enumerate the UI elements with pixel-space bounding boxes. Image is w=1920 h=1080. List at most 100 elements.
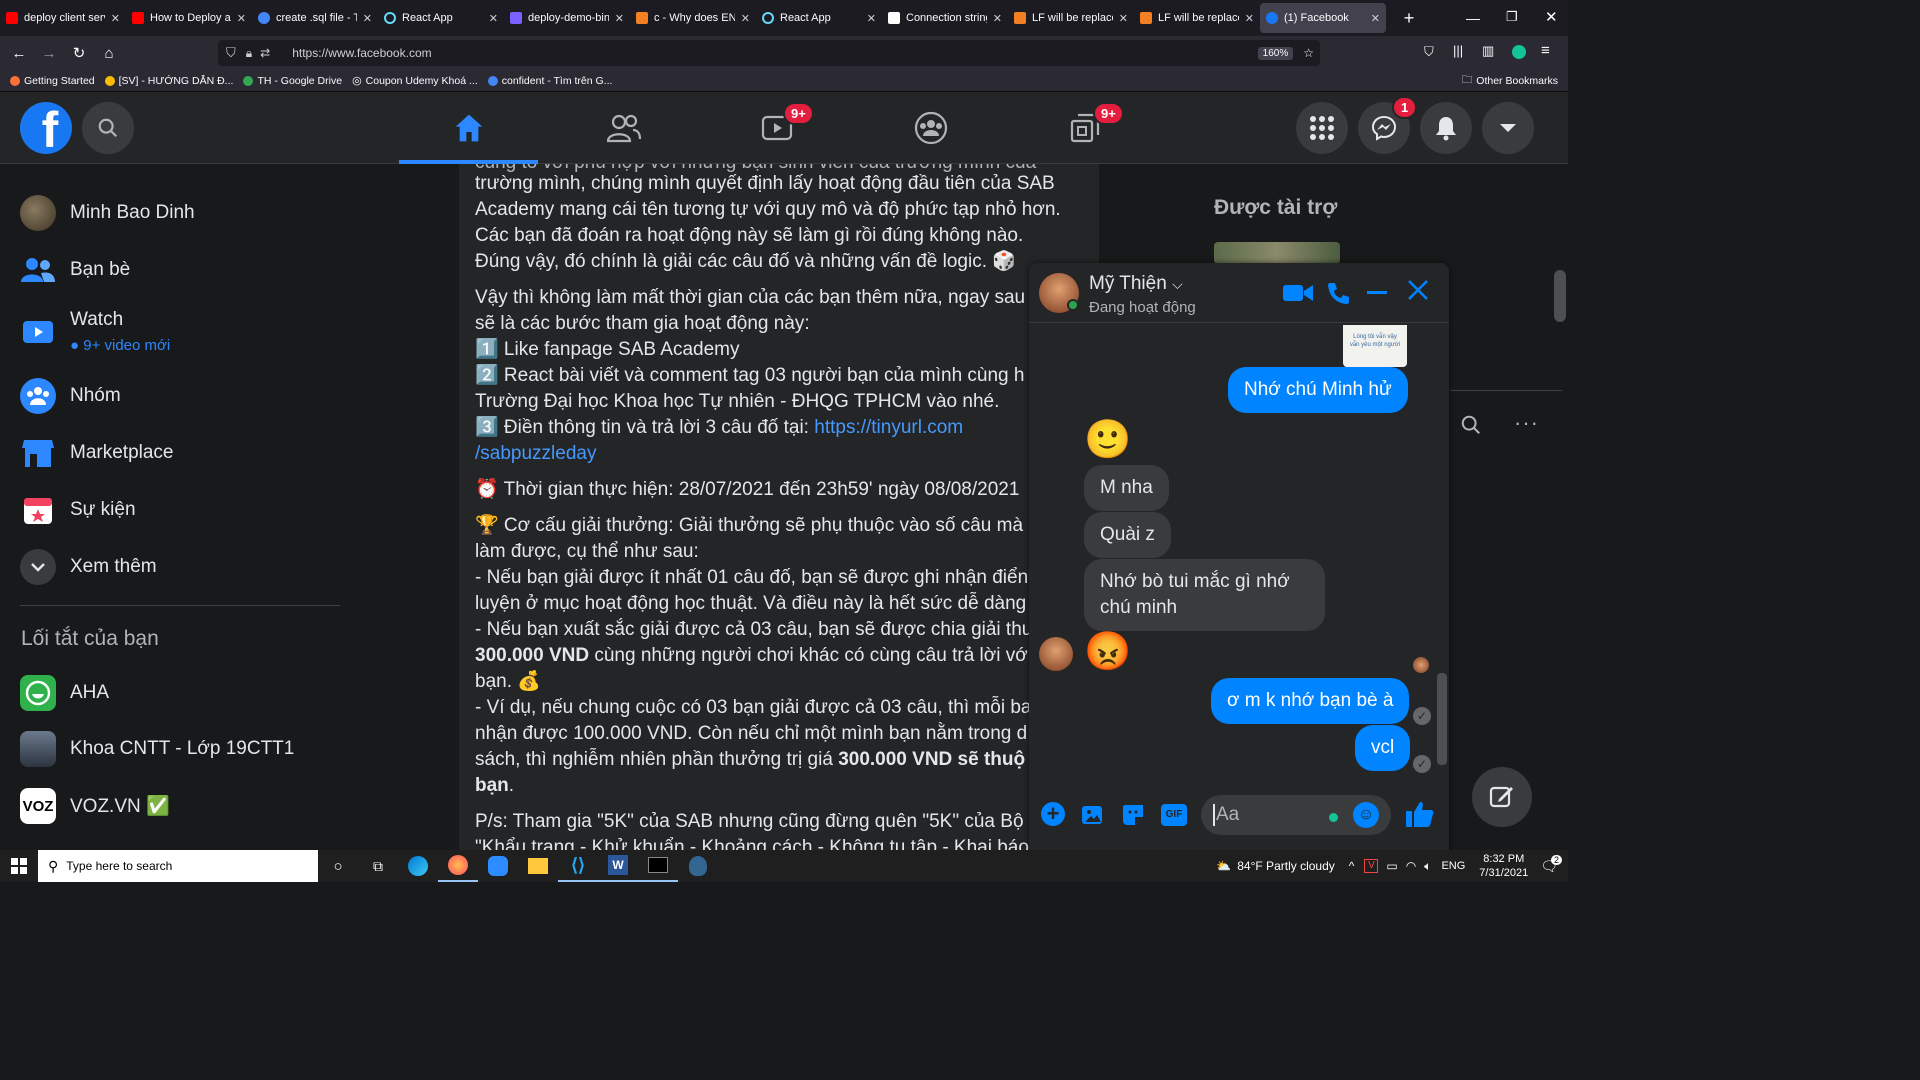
browser-tab[interactable]: create .sql file - Tr ✕: [252, 0, 378, 36]
bookmark-item[interactable]: Getting Started: [10, 75, 95, 87]
clock[interactable]: 8:32 PM 7/31/2021: [1479, 852, 1528, 880]
windows-start-icon[interactable]: [0, 858, 38, 874]
post-link[interactable]: https://tinyurl.com: [814, 417, 963, 438]
close-tab-icon[interactable]: ✕: [867, 12, 876, 25]
close-tab-icon[interactable]: ✕: [489, 12, 498, 25]
firefox-app-icon[interactable]: [438, 850, 478, 882]
sidebar-item-friends[interactable]: Bạn bè: [20, 252, 130, 288]
close-tab-icon[interactable]: ✕: [1245, 12, 1254, 25]
file-explorer-icon[interactable]: [518, 858, 558, 874]
browser-tab-active[interactable]: (1) Facebook ✕: [1260, 3, 1386, 33]
reload-icon[interactable]: ↻: [64, 44, 94, 62]
message-bubble-sent[interactable]: Nhớ chú Minh hử: [1228, 367, 1408, 413]
close-tab-icon[interactable]: ✕: [741, 12, 750, 25]
url-bar[interactable]: ⛉ 🔒︎ ⇄ https://www.facebook.com 160% ☆: [218, 40, 1320, 66]
edge-app-icon[interactable]: [398, 856, 438, 876]
tray-icon[interactable]: V: [1364, 859, 1379, 873]
close-tab-icon[interactable]: ✕: [237, 12, 246, 25]
sidebar-item-more[interactable]: Xem thêm: [20, 549, 157, 585]
contacts-search-icon[interactable]: [1460, 414, 1482, 441]
postgres-app-icon[interactable]: [678, 856, 718, 876]
video-call-icon[interactable]: [1283, 283, 1313, 308]
browser-tab[interactable]: deploy client serve ✕: [0, 0, 126, 36]
browser-tab[interactable]: React App ✕: [378, 0, 504, 36]
language-indicator[interactable]: ENG: [1441, 860, 1465, 872]
sidebar-item-watch[interactable]: Watch ● 9+ video mới: [20, 309, 170, 354]
show-hidden-icons[interactable]: ^: [1349, 859, 1355, 873]
close-tab-icon[interactable]: ✕: [1371, 12, 1380, 25]
bookmark-star-icon[interactable]: ☆: [1303, 46, 1314, 60]
pocket-icon[interactable]: ⛉: [1424, 44, 1434, 60]
terminal-app-icon[interactable]: [638, 850, 678, 882]
close-tab-icon[interactable]: ✕: [111, 12, 120, 25]
page-scrollbar[interactable]: [1554, 270, 1566, 322]
bookmark-item[interactable]: ◎ Coupon Udemy Khoá ...: [352, 74, 478, 88]
cortana-icon[interactable]: ○: [318, 858, 358, 875]
message-bubble-sent[interactable]: vcl: [1355, 725, 1411, 771]
minimize-window-icon[interactable]: —: [1466, 10, 1480, 26]
browser-tab[interactable]: c - Why does ENO ✕: [630, 0, 756, 36]
browser-tab[interactable]: LF will be replaced ✕: [1008, 0, 1134, 36]
forward-icon[interactable]: →: [34, 45, 64, 62]
sidebar-item-profile[interactable]: Minh Bao Dinh: [20, 195, 195, 231]
message-bubble-sent[interactable]: ơ m k nhớ bạn bè à: [1211, 678, 1410, 724]
grammarly-icon[interactable]: [1512, 45, 1526, 59]
sidebar-item-marketplace[interactable]: Marketplace: [20, 435, 174, 471]
task-view-icon[interactable]: ⧉: [358, 858, 398, 875]
search-button[interactable]: [82, 102, 134, 154]
shortcut-item[interactable]: AHA: [20, 675, 109, 711]
close-tab-icon[interactable]: ✕: [615, 12, 624, 25]
shield-icon[interactable]: ⛉: [226, 45, 236, 61]
message-bubble-received[interactable]: Quài z: [1084, 512, 1171, 558]
browser-tab[interactable]: React App ✕: [756, 0, 882, 36]
chat-contact-name[interactable]: Mỹ Thiện ⌵: [1089, 273, 1183, 295]
messenger-button[interactable]: 1: [1358, 96, 1418, 154]
nav-home[interactable]: [413, 92, 525, 164]
taskbar-search[interactable]: ⚲ Type here to search: [38, 850, 318, 882]
sidebar-item-events[interactable]: Sự kiện: [20, 492, 136, 528]
bookmark-item[interactable]: TH - Google Drive: [243, 75, 342, 87]
restore-window-icon[interactable]: ❐: [1506, 9, 1518, 25]
word-app-icon[interactable]: W: [598, 850, 638, 882]
menu-button[interactable]: [1296, 102, 1348, 154]
close-tab-icon[interactable]: ✕: [1119, 12, 1128, 25]
library-icon[interactable]: |||: [1453, 43, 1463, 58]
minimize-chat-icon[interactable]: [1367, 291, 1387, 294]
notification-center[interactable]: 🗨︎ 2: [1540, 854, 1562, 875]
add-action-icon[interactable]: +: [1041, 802, 1065, 826]
nav-gaming[interactable]: 9+: [1029, 92, 1141, 164]
sticker-image[interactable]: Lòng tôi vẫn vậy vẫn yêu một người: [1343, 325, 1407, 367]
contacts-more-icon[interactable]: ···: [1514, 410, 1539, 436]
sidebar-icon[interactable]: ▥: [1482, 43, 1494, 59]
battery-icon[interactable]: ▭: [1386, 859, 1397, 873]
facebook-logo-icon[interactable]: f: [20, 102, 72, 154]
close-window-icon[interactable]: ✕: [1545, 8, 1558, 26]
browser-tab[interactable]: deploy-demo-bin ✕: [504, 0, 630, 36]
lock-icon[interactable]: 🔒︎: [246, 46, 252, 61]
account-button[interactable]: [1482, 102, 1534, 154]
message-bubble-received[interactable]: Nhớ bò tui mắc gì nhớ chú minh: [1084, 559, 1325, 631]
browser-tab[interactable]: Connection string ✕: [882, 0, 1008, 36]
close-chat-icon[interactable]: [1407, 279, 1429, 306]
gif-icon[interactable]: GIF: [1161, 804, 1187, 826]
browser-tab[interactable]: How to Deploy a R ✕: [126, 0, 252, 36]
weather-widget[interactable]: ⛅ 84°F Partly cloudy: [1216, 859, 1334, 873]
nav-groups[interactable]: [875, 92, 987, 164]
emoji-message[interactable]: 😡: [1084, 629, 1131, 675]
close-tab-icon[interactable]: ✕: [363, 12, 372, 25]
permissions-icon[interactable]: ⇄: [260, 46, 270, 60]
back-icon[interactable]: ←: [4, 45, 34, 62]
voice-call-icon[interactable]: [1327, 281, 1349, 310]
volume-icon[interactable]: 🔈︎: [1424, 859, 1431, 874]
shortcut-item[interactable]: Khoa CNTT - Lớp 19CTT1: [20, 731, 294, 767]
chat-scrollbar[interactable]: [1437, 673, 1447, 765]
bookmark-item[interactable]: [SV] - HƯỚNG DẪN Đ...: [104, 75, 233, 87]
sticker-icon[interactable]: [1121, 803, 1145, 832]
sidebar-item-groups[interactable]: Nhóm: [20, 378, 121, 414]
network-icon[interactable]: ◠: [1406, 859, 1416, 873]
browser-tab[interactable]: LF will be replaced ✕: [1134, 0, 1260, 36]
url-text[interactable]: https://www.facebook.com: [292, 46, 431, 60]
zoom-app-icon[interactable]: [478, 856, 518, 876]
vscode-app-icon[interactable]: ⟨⟩: [558, 850, 598, 882]
emoji-picker-icon[interactable]: ☺: [1353, 802, 1379, 828]
